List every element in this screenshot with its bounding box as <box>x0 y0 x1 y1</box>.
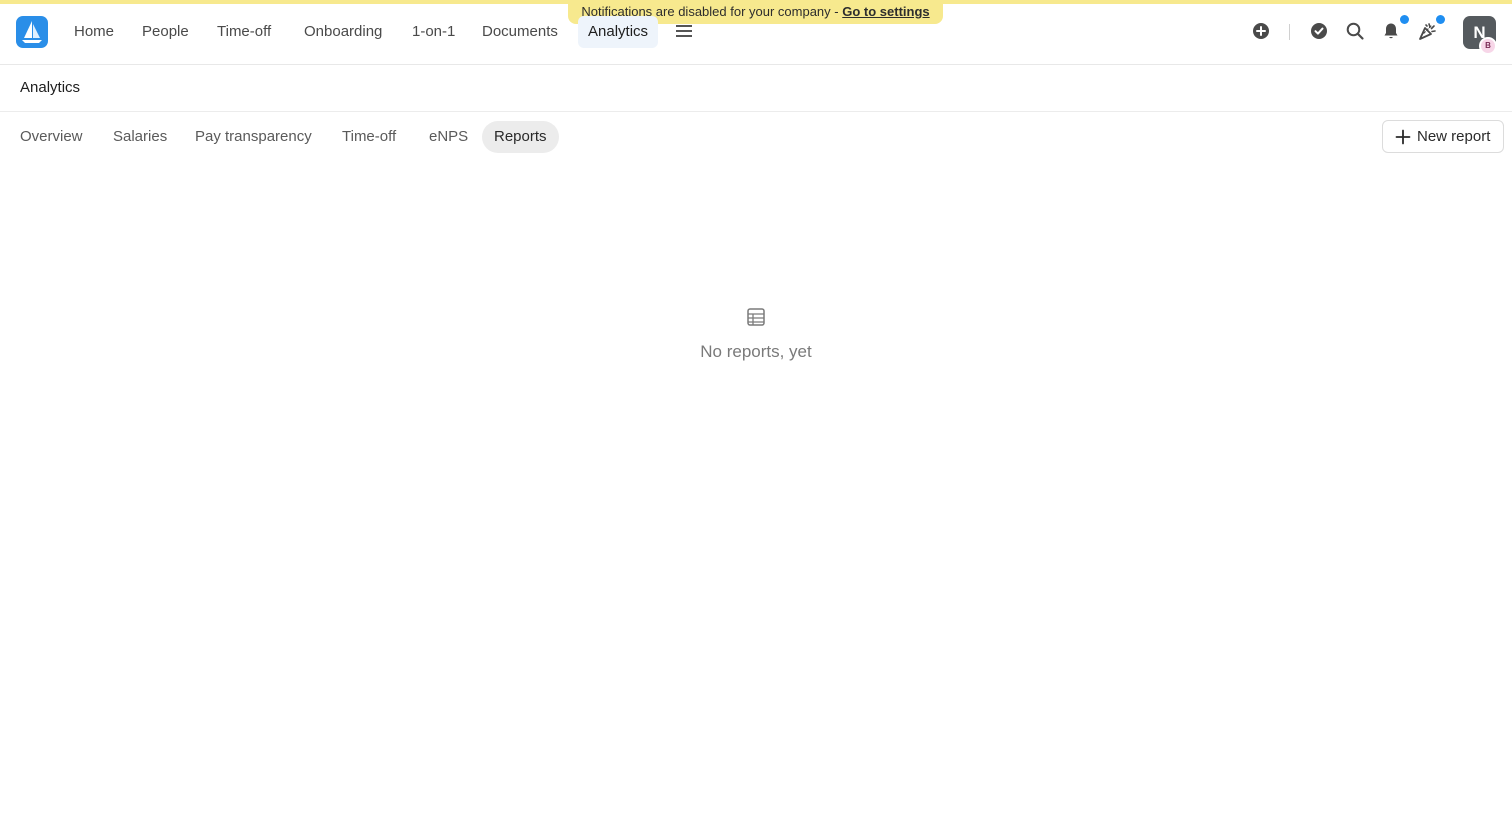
plus-icon <box>1395 129 1411 145</box>
nav-home[interactable]: Home <box>64 16 124 48</box>
page-header: Analytics <box>0 65 1512 112</box>
app-logo[interactable] <box>16 16 48 48</box>
new-report-label: New report <box>1417 128 1491 145</box>
table-icon <box>747 308 765 326</box>
tab-enps[interactable]: eNPS <box>417 121 480 153</box>
tab-pay-transparency[interactable]: Pay transparency <box>183 121 324 153</box>
new-report-button[interactable]: New report <box>1382 120 1504 153</box>
empty-state-message: No reports, yet <box>700 342 812 361</box>
nav-analytics[interactable]: Analytics <box>578 16 659 48</box>
nav-time-off[interactable]: Time-off <box>207 16 281 48</box>
notifications-badge <box>1400 15 1409 24</box>
hamburger-icon[interactable] <box>676 22 692 42</box>
sailboat-icon <box>22 21 42 43</box>
top-navigation: Home People Time-off Onboarding 1-on-1 D… <box>0 4 1512 65</box>
nav-documents[interactable]: Documents <box>472 16 568 48</box>
tab-time-off[interactable]: Time-off <box>330 121 408 153</box>
nav-people[interactable]: People <box>132 16 199 48</box>
celebration-icon[interactable] <box>1417 20 1439 42</box>
company-badge: B <box>1479 37 1497 55</box>
tab-reports[interactable]: Reports <box>482 121 559 153</box>
bell-icon[interactable] <box>1380 20 1402 42</box>
check-circle-icon[interactable] <box>1308 20 1330 42</box>
tab-overview[interactable]: Overview <box>8 121 95 153</box>
add-circle-icon[interactable] <box>1250 20 1272 42</box>
toolbar-divider <box>1289 24 1290 40</box>
tab-salaries[interactable]: Salaries <box>101 121 179 153</box>
updates-badge <box>1436 15 1445 24</box>
nav-onboarding[interactable]: Onboarding <box>294 16 392 48</box>
search-icon[interactable] <box>1344 20 1366 42</box>
nav-1-on-1[interactable]: 1-on-1 <box>402 16 465 48</box>
page-title: Analytics <box>20 79 81 96</box>
